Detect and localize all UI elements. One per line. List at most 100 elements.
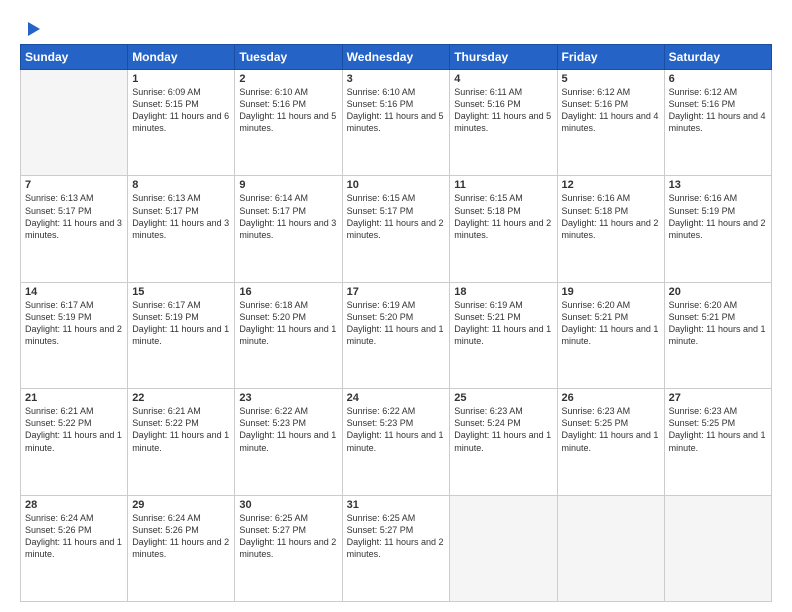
day-number: 20: [669, 286, 767, 298]
calendar-cell: 21Sunrise: 6:21 AMSunset: 5:22 PMDayligh…: [21, 389, 128, 495]
calendar-cell: 14Sunrise: 6:17 AMSunset: 5:19 PMDayligh…: [21, 282, 128, 388]
calendar-cell: 30Sunrise: 6:25 AMSunset: 5:27 PMDayligh…: [235, 495, 342, 601]
calendar-cell: 4Sunrise: 6:11 AMSunset: 5:16 PMDaylight…: [450, 70, 557, 176]
calendar-cell: 19Sunrise: 6:20 AMSunset: 5:21 PMDayligh…: [557, 282, 664, 388]
day-info: Sunrise: 6:10 AMSunset: 5:16 PMDaylight:…: [239, 86, 337, 135]
calendar-cell: 5Sunrise: 6:12 AMSunset: 5:16 PMDaylight…: [557, 70, 664, 176]
day-number: 2: [239, 73, 337, 85]
calendar-cell: 20Sunrise: 6:20 AMSunset: 5:21 PMDayligh…: [664, 282, 771, 388]
day-info: Sunrise: 6:22 AMSunset: 5:23 PMDaylight:…: [347, 405, 446, 454]
day-number: 17: [347, 286, 446, 298]
calendar-cell: [557, 495, 664, 601]
day-number: 21: [25, 392, 123, 404]
calendar-cell: 25Sunrise: 6:23 AMSunset: 5:24 PMDayligh…: [450, 389, 557, 495]
day-number: 12: [562, 179, 660, 191]
day-number: 5: [562, 73, 660, 85]
calendar-cell: 10Sunrise: 6:15 AMSunset: 5:17 PMDayligh…: [342, 176, 450, 282]
day-info: Sunrise: 6:23 AMSunset: 5:25 PMDaylight:…: [562, 405, 660, 454]
day-number: 14: [25, 286, 123, 298]
day-number: 9: [239, 179, 337, 191]
day-info: Sunrise: 6:16 AMSunset: 5:19 PMDaylight:…: [669, 192, 767, 241]
day-info: Sunrise: 6:12 AMSunset: 5:16 PMDaylight:…: [562, 86, 660, 135]
col-header-monday: Monday: [128, 45, 235, 70]
calendar-cell: 27Sunrise: 6:23 AMSunset: 5:25 PMDayligh…: [664, 389, 771, 495]
day-number: 24: [347, 392, 446, 404]
day-number: 27: [669, 392, 767, 404]
logo: [20, 18, 44, 36]
day-info: Sunrise: 6:21 AMSunset: 5:22 PMDaylight:…: [132, 405, 230, 454]
calendar-cell: 3Sunrise: 6:10 AMSunset: 5:16 PMDaylight…: [342, 70, 450, 176]
day-info: Sunrise: 6:15 AMSunset: 5:18 PMDaylight:…: [454, 192, 552, 241]
day-number: 23: [239, 392, 337, 404]
day-number: 10: [347, 179, 446, 191]
day-info: Sunrise: 6:24 AMSunset: 5:26 PMDaylight:…: [25, 512, 123, 561]
day-info: Sunrise: 6:21 AMSunset: 5:22 PMDaylight:…: [25, 405, 123, 454]
day-info: Sunrise: 6:23 AMSunset: 5:25 PMDaylight:…: [669, 405, 767, 454]
calendar-cell: 26Sunrise: 6:23 AMSunset: 5:25 PMDayligh…: [557, 389, 664, 495]
day-info: Sunrise: 6:22 AMSunset: 5:23 PMDaylight:…: [239, 405, 337, 454]
day-info: Sunrise: 6:19 AMSunset: 5:21 PMDaylight:…: [454, 299, 552, 348]
header: [20, 18, 772, 36]
day-number: 29: [132, 499, 230, 511]
day-number: 11: [454, 179, 552, 191]
day-info: Sunrise: 6:20 AMSunset: 5:21 PMDaylight:…: [562, 299, 660, 348]
day-number: 4: [454, 73, 552, 85]
col-header-wednesday: Wednesday: [342, 45, 450, 70]
calendar-cell: 31Sunrise: 6:25 AMSunset: 5:27 PMDayligh…: [342, 495, 450, 601]
day-number: 22: [132, 392, 230, 404]
calendar-cell: 9Sunrise: 6:14 AMSunset: 5:17 PMDaylight…: [235, 176, 342, 282]
day-info: Sunrise: 6:15 AMSunset: 5:17 PMDaylight:…: [347, 192, 446, 241]
calendar-cell: 16Sunrise: 6:18 AMSunset: 5:20 PMDayligh…: [235, 282, 342, 388]
day-info: Sunrise: 6:17 AMSunset: 5:19 PMDaylight:…: [25, 299, 123, 348]
calendar-cell: [450, 495, 557, 601]
page: SundayMondayTuesdayWednesdayThursdayFrid…: [0, 0, 792, 612]
day-number: 18: [454, 286, 552, 298]
day-number: 3: [347, 73, 446, 85]
day-number: 7: [25, 179, 123, 191]
calendar-cell: 18Sunrise: 6:19 AMSunset: 5:21 PMDayligh…: [450, 282, 557, 388]
day-number: 8: [132, 179, 230, 191]
day-number: 1: [132, 73, 230, 85]
day-info: Sunrise: 6:25 AMSunset: 5:27 PMDaylight:…: [347, 512, 446, 561]
day-info: Sunrise: 6:09 AMSunset: 5:15 PMDaylight:…: [132, 86, 230, 135]
calendar-cell: 17Sunrise: 6:19 AMSunset: 5:20 PMDayligh…: [342, 282, 450, 388]
day-info: Sunrise: 6:25 AMSunset: 5:27 PMDaylight:…: [239, 512, 337, 561]
calendar-cell: 29Sunrise: 6:24 AMSunset: 5:26 PMDayligh…: [128, 495, 235, 601]
calendar-cell: 15Sunrise: 6:17 AMSunset: 5:19 PMDayligh…: [128, 282, 235, 388]
day-number: 6: [669, 73, 767, 85]
calendar: SundayMondayTuesdayWednesdayThursdayFrid…: [20, 44, 772, 602]
calendar-cell: [21, 70, 128, 176]
day-number: 30: [239, 499, 337, 511]
col-header-friday: Friday: [557, 45, 664, 70]
col-header-saturday: Saturday: [664, 45, 771, 70]
logo-icon: [22, 18, 44, 40]
day-number: 31: [347, 499, 446, 511]
day-number: 13: [669, 179, 767, 191]
day-info: Sunrise: 6:11 AMSunset: 5:16 PMDaylight:…: [454, 86, 552, 135]
day-info: Sunrise: 6:10 AMSunset: 5:16 PMDaylight:…: [347, 86, 446, 135]
calendar-cell: 8Sunrise: 6:13 AMSunset: 5:17 PMDaylight…: [128, 176, 235, 282]
calendar-cell: 6Sunrise: 6:12 AMSunset: 5:16 PMDaylight…: [664, 70, 771, 176]
calendar-cell: 1Sunrise: 6:09 AMSunset: 5:15 PMDaylight…: [128, 70, 235, 176]
day-info: Sunrise: 6:23 AMSunset: 5:24 PMDaylight:…: [454, 405, 552, 454]
calendar-cell: 12Sunrise: 6:16 AMSunset: 5:18 PMDayligh…: [557, 176, 664, 282]
day-info: Sunrise: 6:18 AMSunset: 5:20 PMDaylight:…: [239, 299, 337, 348]
calendar-cell: 7Sunrise: 6:13 AMSunset: 5:17 PMDaylight…: [21, 176, 128, 282]
day-info: Sunrise: 6:17 AMSunset: 5:19 PMDaylight:…: [132, 299, 230, 348]
day-number: 19: [562, 286, 660, 298]
calendar-cell: 28Sunrise: 6:24 AMSunset: 5:26 PMDayligh…: [21, 495, 128, 601]
day-number: 26: [562, 392, 660, 404]
day-number: 15: [132, 286, 230, 298]
day-info: Sunrise: 6:20 AMSunset: 5:21 PMDaylight:…: [669, 299, 767, 348]
day-info: Sunrise: 6:14 AMSunset: 5:17 PMDaylight:…: [239, 192, 337, 241]
day-info: Sunrise: 6:19 AMSunset: 5:20 PMDaylight:…: [347, 299, 446, 348]
day-info: Sunrise: 6:16 AMSunset: 5:18 PMDaylight:…: [562, 192, 660, 241]
day-info: Sunrise: 6:13 AMSunset: 5:17 PMDaylight:…: [132, 192, 230, 241]
calendar-cell: 13Sunrise: 6:16 AMSunset: 5:19 PMDayligh…: [664, 176, 771, 282]
col-header-thursday: Thursday: [450, 45, 557, 70]
calendar-cell: 23Sunrise: 6:22 AMSunset: 5:23 PMDayligh…: [235, 389, 342, 495]
day-number: 16: [239, 286, 337, 298]
day-info: Sunrise: 6:24 AMSunset: 5:26 PMDaylight:…: [132, 512, 230, 561]
calendar-cell: 24Sunrise: 6:22 AMSunset: 5:23 PMDayligh…: [342, 389, 450, 495]
day-info: Sunrise: 6:13 AMSunset: 5:17 PMDaylight:…: [25, 192, 123, 241]
